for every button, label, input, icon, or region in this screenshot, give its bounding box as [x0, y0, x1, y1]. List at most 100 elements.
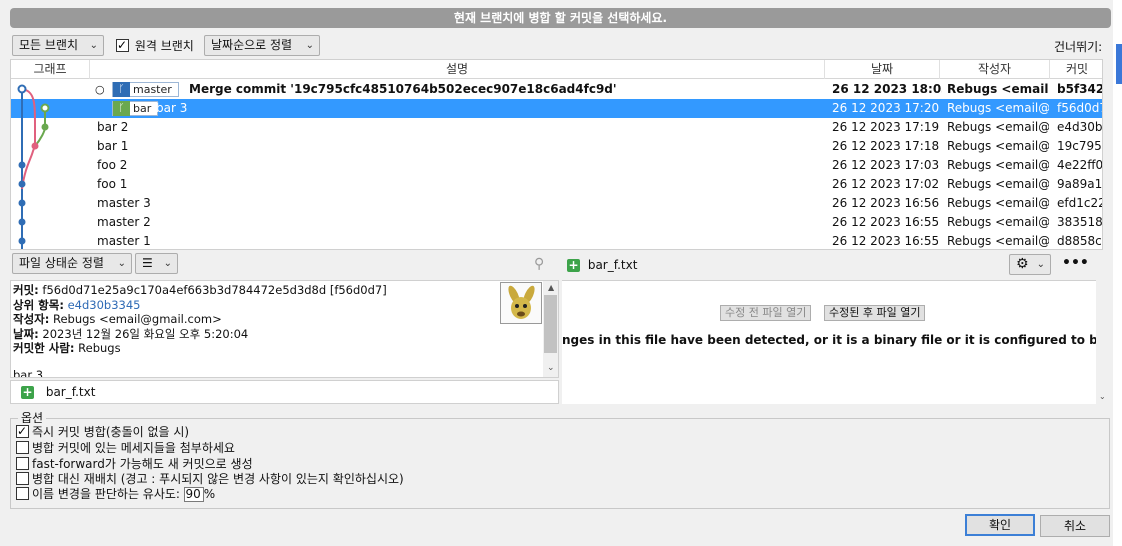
- option-checkbox-1[interactable]: [16, 441, 29, 454]
- diff-settings-dropdown[interactable]: ⚙ ⌄: [1009, 254, 1051, 275]
- option-checkbox-4[interactable]: [16, 487, 29, 500]
- commit-author: Rebugs <email@g: [947, 158, 1049, 172]
- diff-message: nges in this file have been detected, or…: [562, 333, 1096, 347]
- commit-description: Merge commit '19c795cfc48510764b502ecec9…: [189, 82, 617, 96]
- similarity-input[interactable]: 90: [183, 487, 204, 502]
- scroll-up-icon[interactable]: ▲: [548, 283, 554, 292]
- open-before-button[interactable]: 수정 전 파일 열기: [720, 305, 812, 321]
- head-marker-icon: ○: [95, 83, 105, 96]
- graph-node-bar3: [40, 103, 50, 113]
- open-after-button[interactable]: 수정된 후 파일 열기: [824, 305, 926, 321]
- branch-tag-label: master: [133, 83, 172, 96]
- scroll-down-icon[interactable]: ⌄: [547, 363, 555, 373]
- ok-button[interactable]: 확인: [965, 514, 1035, 536]
- branch-icon: ᚴ: [113, 82, 130, 97]
- diff-view: 수정 전 파일 열기 수정된 후 파일 열기 nges in this file…: [562, 280, 1096, 404]
- file-added-icon: +: [567, 258, 580, 272]
- graph-line-foo: [21, 88, 36, 190]
- remote-branch-label: 원격 브랜치: [134, 39, 194, 53]
- commit-hash: d8858c0: [1057, 234, 1102, 248]
- commit-date: 26 12 2023 18:03: [832, 82, 942, 96]
- table-row[interactable]: ᚴ bar bar 3 26 12 2023 17:20 Rebugs <email@g…: [11, 99, 1102, 118]
- commit-hash: b5f3421: [1057, 82, 1102, 96]
- search-icon[interactable]: ⚲: [534, 256, 544, 272]
- table-row[interactable]: foo 2 26 12 2023 17:03 Rebugs <email@g 4e22…: [11, 156, 1102, 175]
- sort-order-label: 날짜순으로 정렬: [211, 38, 293, 52]
- more-options-icon[interactable]: •••: [1062, 255, 1089, 271]
- table-row[interactable]: master 3 26 12 2023 16:56 Rebugs <email@g e…: [11, 194, 1102, 213]
- parent-link[interactable]: e4d30b3345: [68, 298, 141, 312]
- file-added-icon: +: [21, 385, 34, 399]
- branch-filter-dropdown[interactable]: 모든 브랜치 ⌄: [12, 35, 104, 56]
- branch-tag: ᚴ bar: [112, 101, 159, 116]
- table-header: 그래프 설명 날짜 작성자 커밋: [11, 60, 1102, 79]
- graph-node-master3: [18, 199, 26, 207]
- remote-branch-toggle[interactable]: 원격 브랜치: [116, 37, 194, 54]
- branch-tag: ᚴ master: [112, 82, 179, 97]
- avatar: [500, 282, 542, 324]
- date-label: 날짜:: [13, 326, 39, 341]
- chevron-down-icon: ⌄: [163, 258, 172, 269]
- table-row[interactable]: master 1 26 12 2023 16:55 Rebugs <email@g d…: [11, 232, 1102, 249]
- option-rebase[interactable]: 병합 대신 재배치 (경고 : 푸시되지 않은 변경 사항이 있는지 확인하십시…: [16, 471, 404, 487]
- option-checkbox-2[interactable]: [16, 457, 29, 470]
- file-sort-dropdown[interactable]: 파일 상태순 정렬 ⌄: [12, 253, 132, 274]
- commit-graph: [17, 84, 50, 249]
- diff-scrollbar[interactable]: ⌄: [1096, 252, 1109, 404]
- commit-hash: e4d30b3: [1057, 120, 1103, 134]
- option-immediate-commit[interactable]: 즉시 커밋 병합(충돌이 없을 시): [16, 423, 190, 440]
- commit-date: 26 12 2023 17:20: [832, 101, 940, 115]
- similarity-label: 이름 변경을 판단하는 유사도:: [32, 487, 180, 501]
- author-label: 작성자:: [13, 312, 50, 326]
- date-value: 2023년 12월 26일 화요일 오후 5:20:04: [42, 326, 249, 341]
- committer-value: Rebugs: [78, 341, 121, 355]
- diff-header: + bar_f.txt ⚙ ⌄ •••: [562, 252, 1097, 279]
- commit-author: Rebugs <email@g: [947, 120, 1049, 134]
- option-label: 즉시 커밋 병합(충돌이 없을 시): [32, 425, 190, 439]
- graph-node-bar2: [41, 123, 49, 131]
- table-row[interactable]: bar 1 26 12 2023 17:18 Rebugs <email@g 19c7…: [11, 137, 1102, 156]
- column-header-author[interactable]: 작성자: [940, 60, 1050, 79]
- commit-date: 26 12 2023 16:56: [832, 196, 940, 210]
- commit-date: 26 12 2023 16:55: [832, 234, 940, 248]
- remote-branch-checkbox[interactable]: [116, 37, 129, 53]
- commit-message: bar 3: [13, 367, 44, 378]
- scroll-down-icon[interactable]: ⌄: [1099, 392, 1106, 401]
- table-row[interactable]: bar 2 26 12 2023 17:19 Rebugs <email@g e4d3…: [11, 118, 1102, 137]
- commit-hash: 4e22ff0: [1057, 158, 1103, 172]
- commit-description: bar 1: [97, 139, 129, 153]
- branch-tag-label: bar: [133, 102, 152, 115]
- column-header-graph[interactable]: 그래프: [11, 60, 90, 79]
- commit-hash: f56d0d7: [1057, 101, 1103, 115]
- file-item[interactable]: + bar_f.txt: [21, 385, 95, 400]
- commit-table: 그래프 설명 날짜 작성자 커밋 ○ ᚴ master Merge commit '1…: [10, 59, 1103, 250]
- table-row[interactable]: master 2 26 12 2023 16:55 Rebugs <email@g 3…: [11, 213, 1102, 232]
- scrollbar-thumb[interactable]: [544, 295, 557, 353]
- background-window-accent: [1116, 44, 1122, 84]
- details-scrollbar[interactable]: ▲ ⌄: [543, 281, 558, 377]
- commit-hash: efd1c22: [1057, 196, 1103, 210]
- column-header-commit[interactable]: 커밋: [1050, 60, 1102, 79]
- sort-order-dropdown[interactable]: 날짜순으로 정렬 ⌄: [204, 35, 320, 56]
- option-checkbox-3[interactable]: [16, 472, 29, 485]
- commit-date: 26 12 2023 17:19: [832, 120, 940, 134]
- parent-label: 상위 항목:: [13, 297, 64, 312]
- view-mode-dropdown[interactable]: ☰ ⌄: [135, 253, 178, 274]
- graph-node-foo2: [18, 161, 26, 169]
- graph-node-bar1: [31, 142, 39, 150]
- option-checkbox-0[interactable]: [16, 423, 29, 439]
- table-row[interactable]: foo 1 26 12 2023 17:02 Rebugs <email@g 9a89…: [11, 175, 1102, 194]
- commit-description: bar 2: [97, 120, 129, 134]
- column-header-date[interactable]: 날짜: [825, 60, 940, 79]
- option-include-messages[interactable]: 병합 커밋에 있는 메세지들을 첨부하세요: [16, 440, 235, 456]
- option-no-fast-forward[interactable]: fast-forward가 가능해도 새 커밋으로 생성: [16, 456, 253, 472]
- option-label: 병합 대신 재배치 (경고 : 푸시되지 않은 변경 사항이 있는지 확인하십시…: [32, 472, 404, 486]
- commit-description: bar 3: [156, 101, 188, 115]
- commit-date: 26 12 2023 17:02: [832, 177, 940, 191]
- table-row[interactable]: ○ ᚴ master Merge commit '19c795cfc48510764b…: [11, 80, 1102, 99]
- commit-hash: 19c795c: [1057, 139, 1102, 153]
- commit-author: Rebugs <email@g: [947, 234, 1049, 248]
- cancel-button[interactable]: 취소: [1040, 515, 1110, 537]
- column-header-description[interactable]: 설명: [90, 60, 825, 79]
- graph-node-master2: [18, 218, 26, 226]
